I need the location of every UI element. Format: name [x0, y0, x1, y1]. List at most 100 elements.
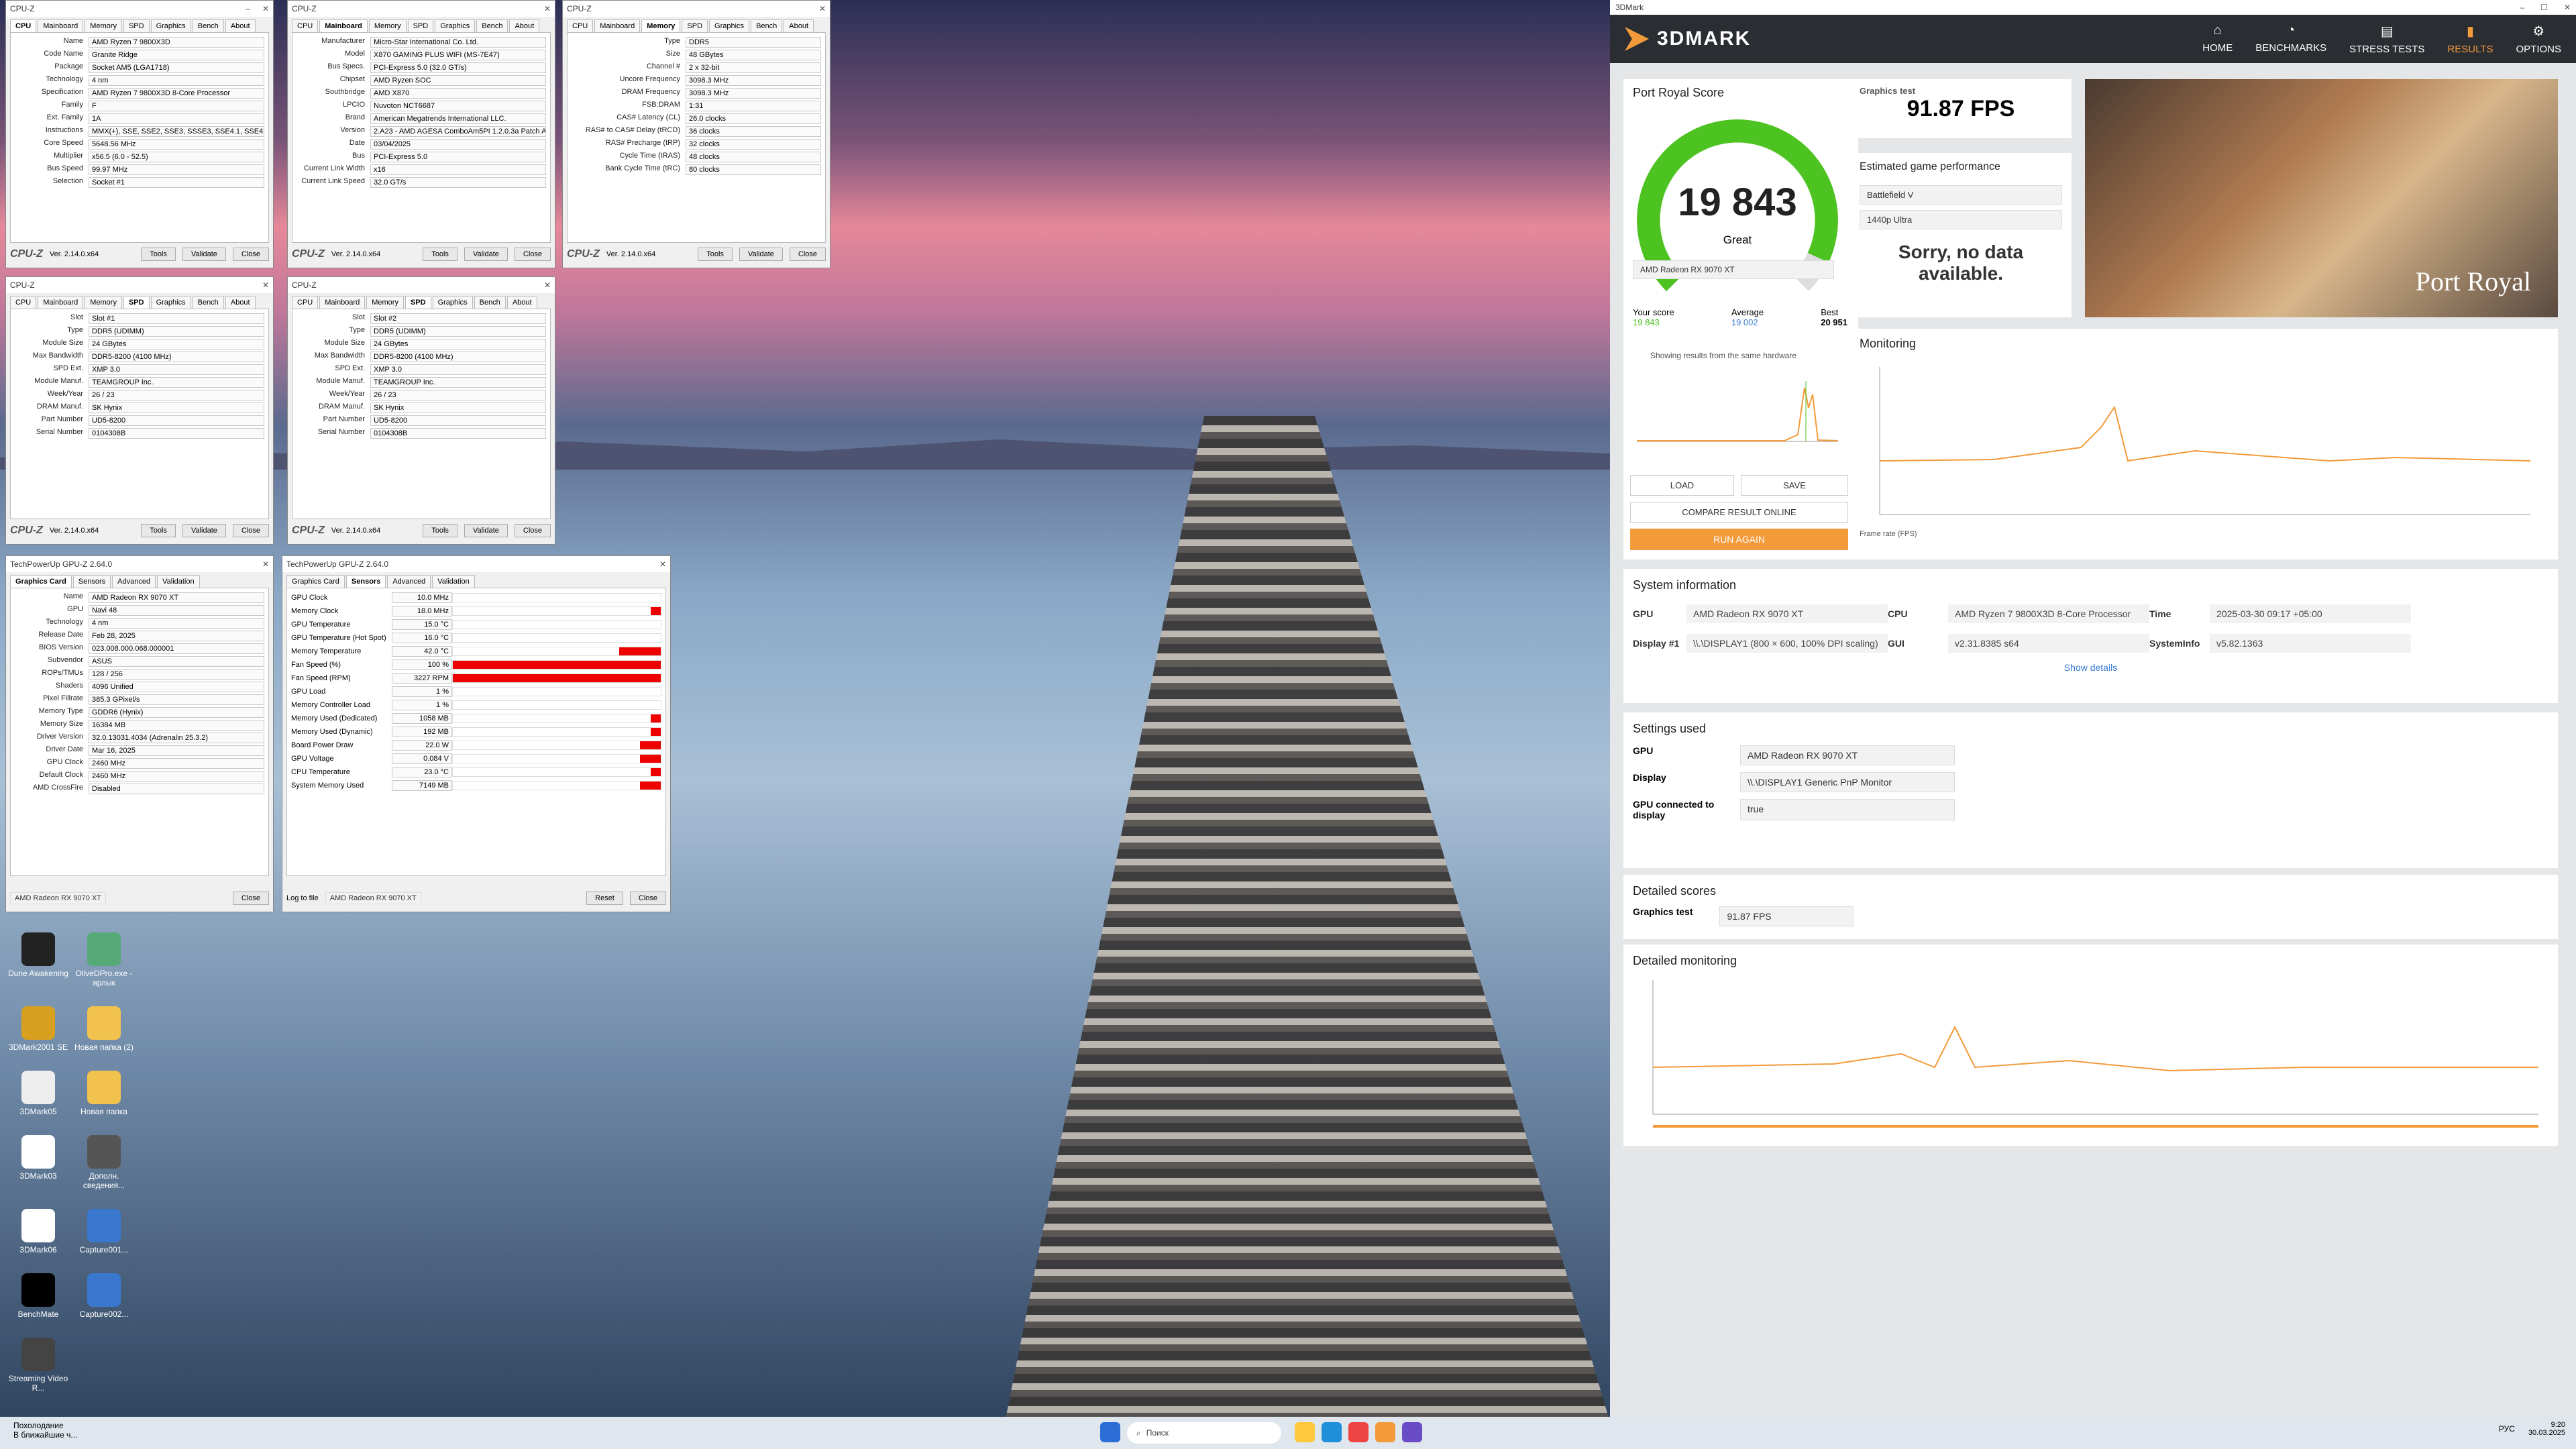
reset-button[interactable]: Reset — [586, 892, 623, 905]
explorer-icon[interactable] — [1295, 1422, 1315, 1442]
desktop-icon[interactable]: Новая папка (2) — [74, 1006, 134, 1052]
tools-button[interactable]: Tools — [423, 248, 458, 261]
tab-validation[interactable]: Validation — [157, 575, 200, 588]
close-button[interactable]: Close — [629, 892, 666, 905]
close-icon[interactable]: ✕ — [262, 559, 269, 569]
sensor-name[interactable]: GPU Temperature (Hot Spot) — [291, 634, 392, 642]
chrome-icon[interactable] — [1348, 1422, 1368, 1442]
tab-graphics[interactable]: Graphics — [150, 19, 191, 32]
validate-button[interactable]: Validate — [464, 524, 508, 537]
desktop-icon[interactable]: Dune Awakening — [8, 932, 68, 987]
tools-button[interactable]: Tools — [423, 524, 458, 537]
tab-cpu[interactable]: CPU — [292, 19, 319, 32]
sensor-name[interactable]: Memory Temperature — [291, 647, 392, 655]
tab-cpu[interactable]: CPU — [292, 296, 319, 309]
preset-select[interactable]: 1440p Ultra — [1860, 210, 2062, 229]
tab-memory[interactable]: Memory — [368, 19, 407, 32]
run-again-button[interactable]: RUN AGAIN — [1630, 529, 1848, 550]
sensor-name[interactable]: Memory Used (Dedicated) — [291, 714, 392, 722]
tab-graphics[interactable]: Graphics — [709, 19, 750, 32]
tab-bench[interactable]: Bench — [192, 296, 224, 309]
tab-bench[interactable]: Bench — [192, 19, 224, 32]
desktop-icon[interactable]: Streaming Video R... — [8, 1338, 68, 1393]
gpu-select[interactable]: AMD Radeon RX 9070 XT — [325, 892, 421, 904]
save-button[interactable]: SAVE — [1741, 475, 1848, 496]
tab-memory[interactable]: Memory — [85, 19, 122, 32]
tools-button[interactable]: Tools — [698, 248, 733, 261]
tab-about[interactable]: About — [509, 19, 540, 32]
sensor-name[interactable]: Memory Used (Dynamic) — [291, 728, 392, 736]
log-checkbox[interactable]: Log to file — [286, 894, 319, 902]
sensor-name[interactable]: System Memory Used — [291, 782, 392, 790]
compare-online-button[interactable]: COMPARE RESULT ONLINE — [1630, 502, 1848, 523]
tab-graphics[interactable]: Graphics — [432, 296, 473, 309]
desktop-icon[interactable]: BenchMate — [8, 1273, 68, 1319]
close-button[interactable]: Close — [232, 524, 269, 537]
game-select[interactable]: Battlefield V — [1860, 185, 2062, 205]
close-icon[interactable]: ✕ — [819, 4, 826, 13]
nav-home[interactable]: ⌂ HOME — [2202, 23, 2233, 55]
tab-sensors[interactable]: Sensors — [72, 575, 111, 588]
tab-memory[interactable]: Memory — [366, 296, 404, 309]
tab-graphics[interactable]: Graphics — [150, 296, 191, 309]
tab-mainboard[interactable]: Mainboard — [319, 19, 368, 32]
sensor-name[interactable]: CPU Temperature — [291, 768, 392, 776]
desktop-icon[interactable]: OliveDPro.exe - ярлык — [74, 932, 134, 987]
tab-mainboard[interactable]: Mainboard — [319, 296, 366, 309]
tab-memory[interactable]: Memory — [85, 296, 122, 309]
tab-advanced[interactable]: Advanced — [387, 575, 431, 588]
nav-results[interactable]: ▮ RESULTS — [2447, 23, 2493, 55]
close-icon[interactable]: ✕ — [262, 4, 269, 13]
tab-spd[interactable]: SPD — [682, 19, 708, 32]
close-icon[interactable]: ✕ — [544, 280, 551, 290]
desktop-icon[interactable]: Capture002... — [74, 1273, 134, 1319]
start-button[interactable] — [1100, 1422, 1120, 1442]
tab-bench[interactable]: Bench — [476, 19, 508, 32]
tab-bench[interactable]: Bench — [474, 296, 506, 309]
tools-button[interactable]: Tools — [141, 248, 176, 261]
3dmark-task-icon[interactable] — [1375, 1422, 1395, 1442]
tab-graphics-card[interactable]: Graphics Card — [286, 575, 345, 588]
show-details-link[interactable]: Show details — [1633, 662, 2548, 673]
sensor-name[interactable]: Memory Clock — [291, 607, 392, 615]
weather-widget[interactable]: Похолодание В ближайшие ч... — [13, 1421, 77, 1440]
cpuz-task-icon[interactable] — [1402, 1422, 1422, 1442]
desktop-icon[interactable]: 3DMark05 — [8, 1071, 68, 1116]
sensor-name[interactable]: GPU Clock — [291, 594, 392, 602]
validate-button[interactable]: Validate — [182, 524, 226, 537]
tab-advanced[interactable]: Advanced — [112, 575, 156, 588]
close-icon[interactable]: ✕ — [2564, 3, 2571, 12]
tab-validation[interactable]: Validation — [432, 575, 475, 588]
close-icon[interactable]: ✕ — [544, 4, 551, 13]
tab-about[interactable]: About — [225, 19, 256, 32]
close-icon[interactable]: ✕ — [262, 280, 269, 290]
tab-cpu[interactable]: CPU — [10, 19, 37, 32]
validate-button[interactable]: Validate — [739, 248, 783, 261]
tab-spd[interactable]: SPD — [407, 19, 434, 32]
close-button[interactable]: Close — [514, 524, 551, 537]
sensor-name[interactable]: Memory Controller Load — [291, 701, 392, 709]
tab-spd[interactable]: SPD — [405, 296, 431, 309]
tab-mainboard[interactable]: Mainboard — [38, 19, 84, 32]
tab-mainboard[interactable]: Mainboard — [594, 19, 641, 32]
sensor-name[interactable]: GPU Voltage — [291, 755, 392, 763]
tab-cpu[interactable]: CPU — [567, 19, 594, 32]
tab-about[interactable]: About — [506, 296, 537, 309]
desktop-icon[interactable]: 3DMark03 — [8, 1135, 68, 1190]
validate-button[interactable]: Validate — [182, 248, 226, 261]
desktop-icon[interactable]: Capture001... — [74, 1209, 134, 1254]
sensor-name[interactable]: Fan Speed (%) — [291, 661, 392, 669]
tab-spd[interactable]: SPD — [123, 296, 150, 309]
tab-cpu[interactable]: CPU — [10, 296, 37, 309]
nav-options[interactable]: ⚙ OPTIONS — [2516, 23, 2561, 55]
close-button[interactable]: Close — [232, 248, 269, 261]
tab-about[interactable]: About — [225, 296, 256, 309]
nav-stress-tests[interactable]: ▤ STRESS TESTS — [2349, 23, 2424, 55]
sensor-name[interactable]: GPU Temperature — [291, 621, 392, 629]
desktop-icon[interactable]: Новая папка — [74, 1071, 134, 1116]
nav-benchmarks[interactable]: ◔ BENCHMARKS — [2255, 23, 2326, 55]
search-box[interactable]: ⌕ Поиск — [1127, 1422, 1281, 1444]
tools-button[interactable]: Tools — [141, 524, 176, 537]
tab-sensors[interactable]: Sensors — [345, 575, 386, 588]
close-icon[interactable]: ✕ — [659, 559, 666, 569]
